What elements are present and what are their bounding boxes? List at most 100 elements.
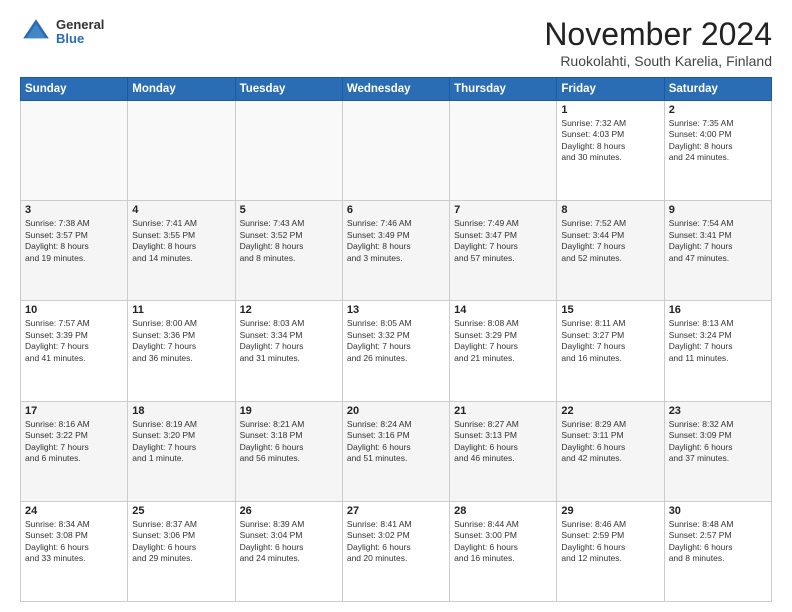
table-cell: 22 Sunrise: 8:29 AM Sunset: 3:11 PM Dayli… (557, 401, 664, 501)
day-info: Sunrise: 8:16 AM Sunset: 3:22 PM Dayligh… (25, 419, 123, 465)
table-cell: 17 Sunrise: 8:16 AM Sunset: 3:22 PM Dayli… (21, 401, 128, 501)
day-info: Sunrise: 8:32 AM Sunset: 3:09 PM Dayligh… (669, 419, 767, 465)
table-cell (128, 101, 235, 201)
table-cell: 24 Sunrise: 8:34 AM Sunset: 3:08 PM Dayli… (21, 501, 128, 601)
day-info: Sunrise: 7:52 AM Sunset: 3:44 PM Dayligh… (561, 218, 659, 264)
day-number: 20 (347, 405, 445, 417)
day-info: Sunrise: 8:37 AM Sunset: 3:06 PM Dayligh… (132, 519, 230, 565)
table-cell: 13 Sunrise: 8:05 AM Sunset: 3:32 PM Dayli… (342, 301, 449, 401)
table-cell: 11 Sunrise: 8:00 AM Sunset: 3:36 PM Dayli… (128, 301, 235, 401)
day-number: 22 (561, 405, 659, 417)
table-cell (21, 101, 128, 201)
table-cell: 28 Sunrise: 8:44 AM Sunset: 3:00 PM Dayli… (450, 501, 557, 601)
day-info: Sunrise: 8:00 AM Sunset: 3:36 PM Dayligh… (132, 318, 230, 364)
day-info: Sunrise: 8:24 AM Sunset: 3:16 PM Dayligh… (347, 419, 445, 465)
day-number: 13 (347, 304, 445, 316)
day-number: 1 (561, 104, 659, 116)
day-number: 28 (454, 505, 552, 517)
day-info: Sunrise: 8:27 AM Sunset: 3:13 PM Dayligh… (454, 419, 552, 465)
day-info: Sunrise: 8:13 AM Sunset: 3:24 PM Dayligh… (669, 318, 767, 364)
day-info: Sunrise: 8:11 AM Sunset: 3:27 PM Dayligh… (561, 318, 659, 364)
logo-icon (20, 16, 52, 48)
header: General Blue November 2024 Ruokolahti, S… (20, 16, 772, 69)
day-number: 4 (132, 204, 230, 216)
day-info: Sunrise: 8:46 AM Sunset: 2:59 PM Dayligh… (561, 519, 659, 565)
day-number: 21 (454, 405, 552, 417)
day-number: 26 (240, 505, 338, 517)
table-cell: 3 Sunrise: 7:38 AM Sunset: 3:57 PM Daylig… (21, 201, 128, 301)
table-cell: 5 Sunrise: 7:43 AM Sunset: 3:52 PM Daylig… (235, 201, 342, 301)
month-title: November 2024 (544, 16, 772, 53)
day-info: Sunrise: 7:49 AM Sunset: 3:47 PM Dayligh… (454, 218, 552, 264)
day-info: Sunrise: 8:29 AM Sunset: 3:11 PM Dayligh… (561, 419, 659, 465)
table-cell: 26Sunrise: 8:39 AM Sunset: 3:04 PM Dayli… (235, 501, 342, 601)
col-friday: Friday (557, 78, 664, 101)
day-info: Sunrise: 8:48 AM Sunset: 2:57 PM Dayligh… (669, 519, 767, 565)
table-cell: 23 Sunrise: 8:32 AM Sunset: 3:09 PM Dayli… (664, 401, 771, 501)
table-cell: 21 Sunrise: 8:27 AM Sunset: 3:13 PM Dayli… (450, 401, 557, 501)
table-cell: 27 Sunrise: 8:41 AM Sunset: 3:02 PM Dayli… (342, 501, 449, 601)
table-cell: 2Sunrise: 7:35 AM Sunset: 4:00 PM Daylig… (664, 101, 771, 201)
table-cell: 9 Sunrise: 7:54 AM Sunset: 3:41 PM Daylig… (664, 201, 771, 301)
table-cell: 4 Sunrise: 7:41 AM Sunset: 3:55 PM Daylig… (128, 201, 235, 301)
week-row-1: 1Sunrise: 7:32 AM Sunset: 4:03 PM Daylig… (21, 101, 772, 201)
week-row-2: 3 Sunrise: 7:38 AM Sunset: 3:57 PM Daylig… (21, 201, 772, 301)
page: General Blue November 2024 Ruokolahti, S… (0, 0, 792, 612)
table-cell: 18Sunrise: 8:19 AM Sunset: 3:20 PM Dayli… (128, 401, 235, 501)
logo-blue-text: Blue (56, 32, 104, 46)
title-block: November 2024 Ruokolahti, South Karelia,… (544, 16, 772, 69)
day-info: Sunrise: 8:41 AM Sunset: 3:02 PM Dayligh… (347, 519, 445, 565)
day-info: Sunrise: 8:44 AM Sunset: 3:00 PM Dayligh… (454, 519, 552, 565)
logo-general-text: General (56, 18, 104, 32)
day-number: 29 (561, 505, 659, 517)
day-info: Sunrise: 7:38 AM Sunset: 3:57 PM Dayligh… (25, 218, 123, 264)
day-number: 10 (25, 304, 123, 316)
day-number: 27 (347, 505, 445, 517)
day-number: 6 (347, 204, 445, 216)
day-info: Sunrise: 7:35 AM Sunset: 4:00 PM Dayligh… (669, 118, 767, 164)
table-cell: 19Sunrise: 8:21 AM Sunset: 3:18 PM Dayli… (235, 401, 342, 501)
day-info: Sunrise: 8:21 AM Sunset: 3:18 PM Dayligh… (240, 419, 338, 465)
week-row-3: 10 Sunrise: 7:57 AM Sunset: 3:39 PM Dayli… (21, 301, 772, 401)
day-info: Sunrise: 7:54 AM Sunset: 3:41 PM Dayligh… (669, 218, 767, 264)
col-wednesday: Wednesday (342, 78, 449, 101)
table-cell: 15 Sunrise: 8:11 AM Sunset: 3:27 PM Dayli… (557, 301, 664, 401)
table-cell: 8 Sunrise: 7:52 AM Sunset: 3:44 PM Daylig… (557, 201, 664, 301)
day-number: 5 (240, 204, 338, 216)
day-info: Sunrise: 8:08 AM Sunset: 3:29 PM Dayligh… (454, 318, 552, 364)
week-row-4: 17 Sunrise: 8:16 AM Sunset: 3:22 PM Dayli… (21, 401, 772, 501)
week-row-5: 24 Sunrise: 8:34 AM Sunset: 3:08 PM Dayli… (21, 501, 772, 601)
weekday-header-row: Sunday Monday Tuesday Wednesday Thursday… (21, 78, 772, 101)
day-number: 23 (669, 405, 767, 417)
day-number: 30 (669, 505, 767, 517)
day-info: Sunrise: 7:43 AM Sunset: 3:52 PM Dayligh… (240, 218, 338, 264)
day-number: 24 (25, 505, 123, 517)
day-number: 7 (454, 204, 552, 216)
day-number: 12 (240, 304, 338, 316)
day-info: Sunrise: 8:34 AM Sunset: 3:08 PM Dayligh… (25, 519, 123, 565)
day-number: 9 (669, 204, 767, 216)
day-number: 17 (25, 405, 123, 417)
table-cell: 1Sunrise: 7:32 AM Sunset: 4:03 PM Daylig… (557, 101, 664, 201)
day-number: 16 (669, 304, 767, 316)
table-cell (342, 101, 449, 201)
day-info: Sunrise: 7:57 AM Sunset: 3:39 PM Dayligh… (25, 318, 123, 364)
table-cell: 30 Sunrise: 8:48 AM Sunset: 2:57 PM Dayli… (664, 501, 771, 601)
col-saturday: Saturday (664, 78, 771, 101)
logo: General Blue (20, 16, 104, 48)
day-number: 8 (561, 204, 659, 216)
col-thursday: Thursday (450, 78, 557, 101)
day-info: Sunrise: 8:05 AM Sunset: 3:32 PM Dayligh… (347, 318, 445, 364)
table-cell (235, 101, 342, 201)
table-cell: 10 Sunrise: 7:57 AM Sunset: 3:39 PM Dayli… (21, 301, 128, 401)
table-cell: 6Sunrise: 7:46 AM Sunset: 3:49 PM Daylig… (342, 201, 449, 301)
day-number: 3 (25, 204, 123, 216)
day-info: Sunrise: 8:03 AM Sunset: 3:34 PM Dayligh… (240, 318, 338, 364)
day-number: 18 (132, 405, 230, 417)
day-number: 15 (561, 304, 659, 316)
day-number: 11 (132, 304, 230, 316)
col-sunday: Sunday (21, 78, 128, 101)
day-number: 25 (132, 505, 230, 517)
day-number: 14 (454, 304, 552, 316)
day-info: Sunrise: 7:41 AM Sunset: 3:55 PM Dayligh… (132, 218, 230, 264)
